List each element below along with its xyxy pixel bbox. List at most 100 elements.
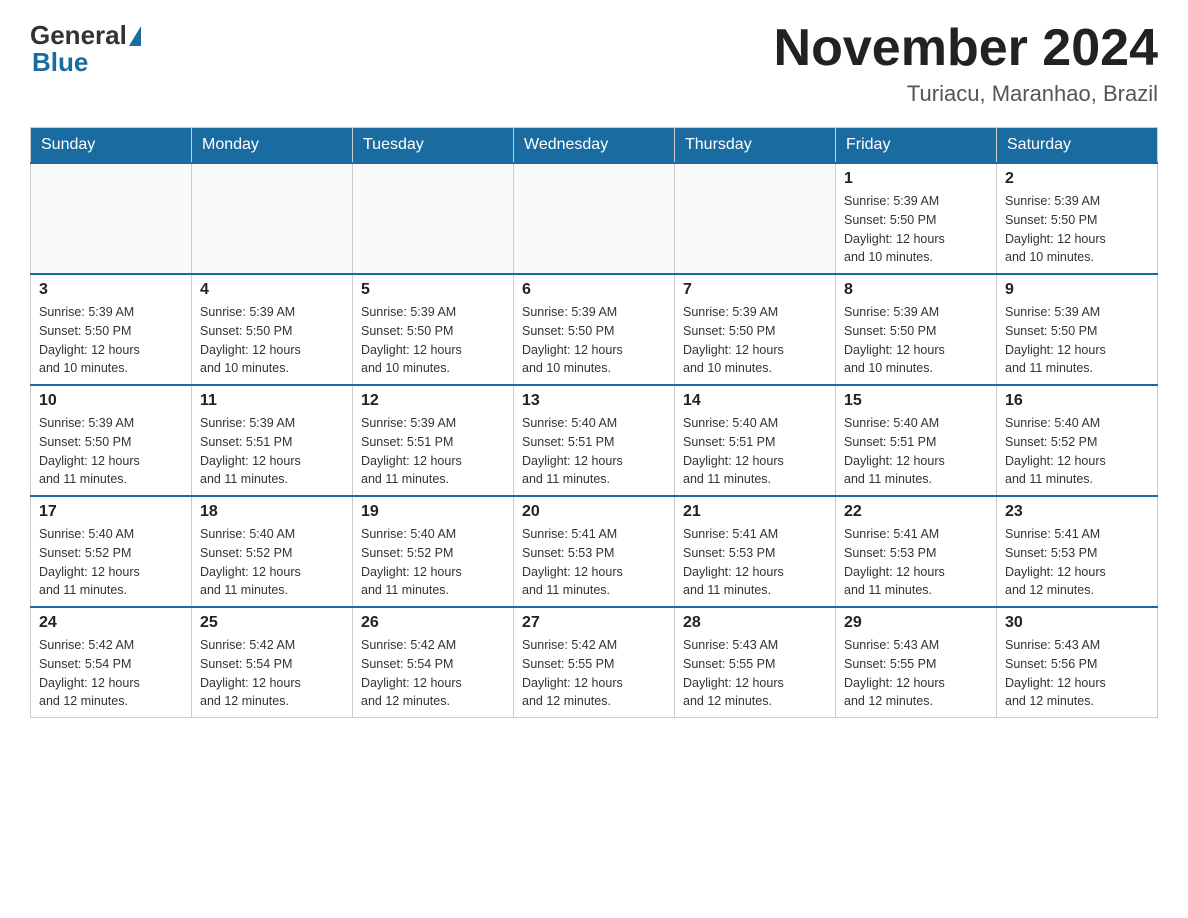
day-info: Sunrise: 5:39 AMSunset: 5:50 PMDaylight:… [1005, 192, 1149, 267]
calendar-cell: 14 Sunrise: 5:40 AMSunset: 5:51 PMDayligh… [675, 385, 836, 496]
day-number: 7 [683, 281, 827, 299]
day-number: 11 [200, 392, 344, 410]
day-number: 29 [844, 614, 988, 632]
day-number: 24 [39, 614, 183, 632]
calendar-cell [675, 163, 836, 274]
day-number: 14 [683, 392, 827, 410]
calendar-table: SundayMondayTuesdayWednesdayThursdayFrid… [30, 127, 1158, 718]
day-number: 28 [683, 614, 827, 632]
day-info: Sunrise: 5:42 AMSunset: 5:54 PMDaylight:… [361, 636, 505, 711]
day-info: Sunrise: 5:39 AMSunset: 5:50 PMDaylight:… [39, 414, 183, 489]
day-info: Sunrise: 5:39 AMSunset: 5:51 PMDaylight:… [361, 414, 505, 489]
day-info: Sunrise: 5:41 AMSunset: 5:53 PMDaylight:… [522, 525, 666, 600]
calendar-cell: 22 Sunrise: 5:41 AMSunset: 5:53 PMDayligh… [836, 496, 997, 607]
calendar-cell [514, 163, 675, 274]
week-row-2: 3 Sunrise: 5:39 AMSunset: 5:50 PMDaylight… [31, 274, 1158, 385]
calendar-cell [192, 163, 353, 274]
day-number: 4 [200, 281, 344, 299]
calendar-cell: 16 Sunrise: 5:40 AMSunset: 5:52 PMDayligh… [997, 385, 1158, 496]
week-row-3: 10 Sunrise: 5:39 AMSunset: 5:50 PMDayligh… [31, 385, 1158, 496]
day-info: Sunrise: 5:40 AMSunset: 5:51 PMDaylight:… [844, 414, 988, 489]
day-info: Sunrise: 5:43 AMSunset: 5:55 PMDaylight:… [683, 636, 827, 711]
calendar-cell: 8 Sunrise: 5:39 AMSunset: 5:50 PMDaylight… [836, 274, 997, 385]
calendar-cell [353, 163, 514, 274]
column-header-saturday: Saturday [997, 128, 1158, 164]
day-info: Sunrise: 5:40 AMSunset: 5:51 PMDaylight:… [683, 414, 827, 489]
calendar-cell: 1 Sunrise: 5:39 AMSunset: 5:50 PMDaylight… [836, 163, 997, 274]
calendar-cell: 2 Sunrise: 5:39 AMSunset: 5:50 PMDaylight… [997, 163, 1158, 274]
day-info: Sunrise: 5:40 AMSunset: 5:52 PMDaylight:… [1005, 414, 1149, 489]
calendar-cell: 28 Sunrise: 5:43 AMSunset: 5:55 PMDayligh… [675, 607, 836, 718]
logo: General Blue [30, 20, 141, 78]
calendar-cell: 27Sunrise: 5:42 AMSunset: 5:55 PMDayligh… [514, 607, 675, 718]
column-header-monday: Monday [192, 128, 353, 164]
day-info: Sunrise: 5:41 AMSunset: 5:53 PMDaylight:… [844, 525, 988, 600]
calendar-cell: 29 Sunrise: 5:43 AMSunset: 5:55 PMDayligh… [836, 607, 997, 718]
week-row-5: 24 Sunrise: 5:42 AMSunset: 5:54 PMDayligh… [31, 607, 1158, 718]
day-info: Sunrise: 5:40 AMSunset: 5:51 PMDaylight:… [522, 414, 666, 489]
calendar-cell: 17Sunrise: 5:40 AMSunset: 5:52 PMDayligh… [31, 496, 192, 607]
day-info: Sunrise: 5:41 AMSunset: 5:53 PMDaylight:… [683, 525, 827, 600]
day-info: Sunrise: 5:43 AMSunset: 5:56 PMDaylight:… [1005, 636, 1149, 711]
day-info: Sunrise: 5:40 AMSunset: 5:52 PMDaylight:… [361, 525, 505, 600]
calendar-cell: 18 Sunrise: 5:40 AMSunset: 5:52 PMDayligh… [192, 496, 353, 607]
day-number: 2 [1005, 170, 1149, 188]
calendar-cell: 13 Sunrise: 5:40 AMSunset: 5:51 PMDayligh… [514, 385, 675, 496]
day-info: Sunrise: 5:39 AMSunset: 5:50 PMDaylight:… [200, 303, 344, 378]
column-header-tuesday: Tuesday [353, 128, 514, 164]
day-number: 23 [1005, 503, 1149, 521]
day-number: 18 [200, 503, 344, 521]
title-section: November 2024 Turiacu, Maranhao, Brazil [774, 20, 1158, 107]
day-info: Sunrise: 5:39 AMSunset: 5:50 PMDaylight:… [844, 303, 988, 378]
logo-triangle-icon [129, 26, 141, 46]
day-info: Sunrise: 5:41 AMSunset: 5:53 PMDaylight:… [1005, 525, 1149, 600]
day-number: 22 [844, 503, 988, 521]
calendar-cell: 11 Sunrise: 5:39 AMSunset: 5:51 PMDayligh… [192, 385, 353, 496]
day-info: Sunrise: 5:39 AMSunset: 5:50 PMDaylight:… [39, 303, 183, 378]
day-number: 1 [844, 170, 988, 188]
page-header: General Blue November 2024 Turiacu, Mara… [30, 20, 1158, 107]
column-header-friday: Friday [836, 128, 997, 164]
day-number: 16 [1005, 392, 1149, 410]
day-number: 25 [200, 614, 344, 632]
calendar-header-row: SundayMondayTuesdayWednesdayThursdayFrid… [31, 128, 1158, 164]
day-info: Sunrise: 5:39 AMSunset: 5:50 PMDaylight:… [522, 303, 666, 378]
day-info: Sunrise: 5:43 AMSunset: 5:55 PMDaylight:… [844, 636, 988, 711]
day-number: 17 [39, 503, 183, 521]
day-number: 26 [361, 614, 505, 632]
day-number: 8 [844, 281, 988, 299]
day-info: Sunrise: 5:42 AMSunset: 5:54 PMDaylight:… [39, 636, 183, 711]
calendar-cell: 30 Sunrise: 5:43 AMSunset: 5:56 PMDayligh… [997, 607, 1158, 718]
day-number: 6 [522, 281, 666, 299]
location-subtitle: Turiacu, Maranhao, Brazil [774, 81, 1158, 107]
day-info: Sunrise: 5:42 AMSunset: 5:55 PMDaylight:… [522, 636, 666, 711]
calendar-cell: 19 Sunrise: 5:40 AMSunset: 5:52 PMDayligh… [353, 496, 514, 607]
day-number: 12 [361, 392, 505, 410]
day-number: 19 [361, 503, 505, 521]
day-number: 9 [1005, 281, 1149, 299]
day-info: Sunrise: 5:40 AMSunset: 5:52 PMDaylight:… [200, 525, 344, 600]
calendar-cell: 21 Sunrise: 5:41 AMSunset: 5:53 PMDayligh… [675, 496, 836, 607]
column-header-wednesday: Wednesday [514, 128, 675, 164]
day-number: 10 [39, 392, 183, 410]
calendar-cell: 5Sunrise: 5:39 AMSunset: 5:50 PMDaylight… [353, 274, 514, 385]
day-info: Sunrise: 5:39 AMSunset: 5:50 PMDaylight:… [683, 303, 827, 378]
column-header-thursday: Thursday [675, 128, 836, 164]
calendar-cell: 24 Sunrise: 5:42 AMSunset: 5:54 PMDayligh… [31, 607, 192, 718]
day-info: Sunrise: 5:39 AMSunset: 5:50 PMDaylight:… [844, 192, 988, 267]
day-number: 30 [1005, 614, 1149, 632]
month-year-title: November 2024 [774, 20, 1158, 77]
day-number: 15 [844, 392, 988, 410]
day-number: 13 [522, 392, 666, 410]
day-number: 21 [683, 503, 827, 521]
column-header-sunday: Sunday [31, 128, 192, 164]
day-number: 3 [39, 281, 183, 299]
day-info: Sunrise: 5:39 AMSunset: 5:50 PMDaylight:… [1005, 303, 1149, 378]
calendar-cell: 12 Sunrise: 5:39 AMSunset: 5:51 PMDayligh… [353, 385, 514, 496]
day-number: 20 [522, 503, 666, 521]
day-info: Sunrise: 5:42 AMSunset: 5:54 PMDaylight:… [200, 636, 344, 711]
calendar-cell: 25 Sunrise: 5:42 AMSunset: 5:54 PMDayligh… [192, 607, 353, 718]
calendar-cell: 3 Sunrise: 5:39 AMSunset: 5:50 PMDaylight… [31, 274, 192, 385]
day-info: Sunrise: 5:39 AMSunset: 5:51 PMDaylight:… [200, 414, 344, 489]
calendar-cell: 6 Sunrise: 5:39 AMSunset: 5:50 PMDaylight… [514, 274, 675, 385]
